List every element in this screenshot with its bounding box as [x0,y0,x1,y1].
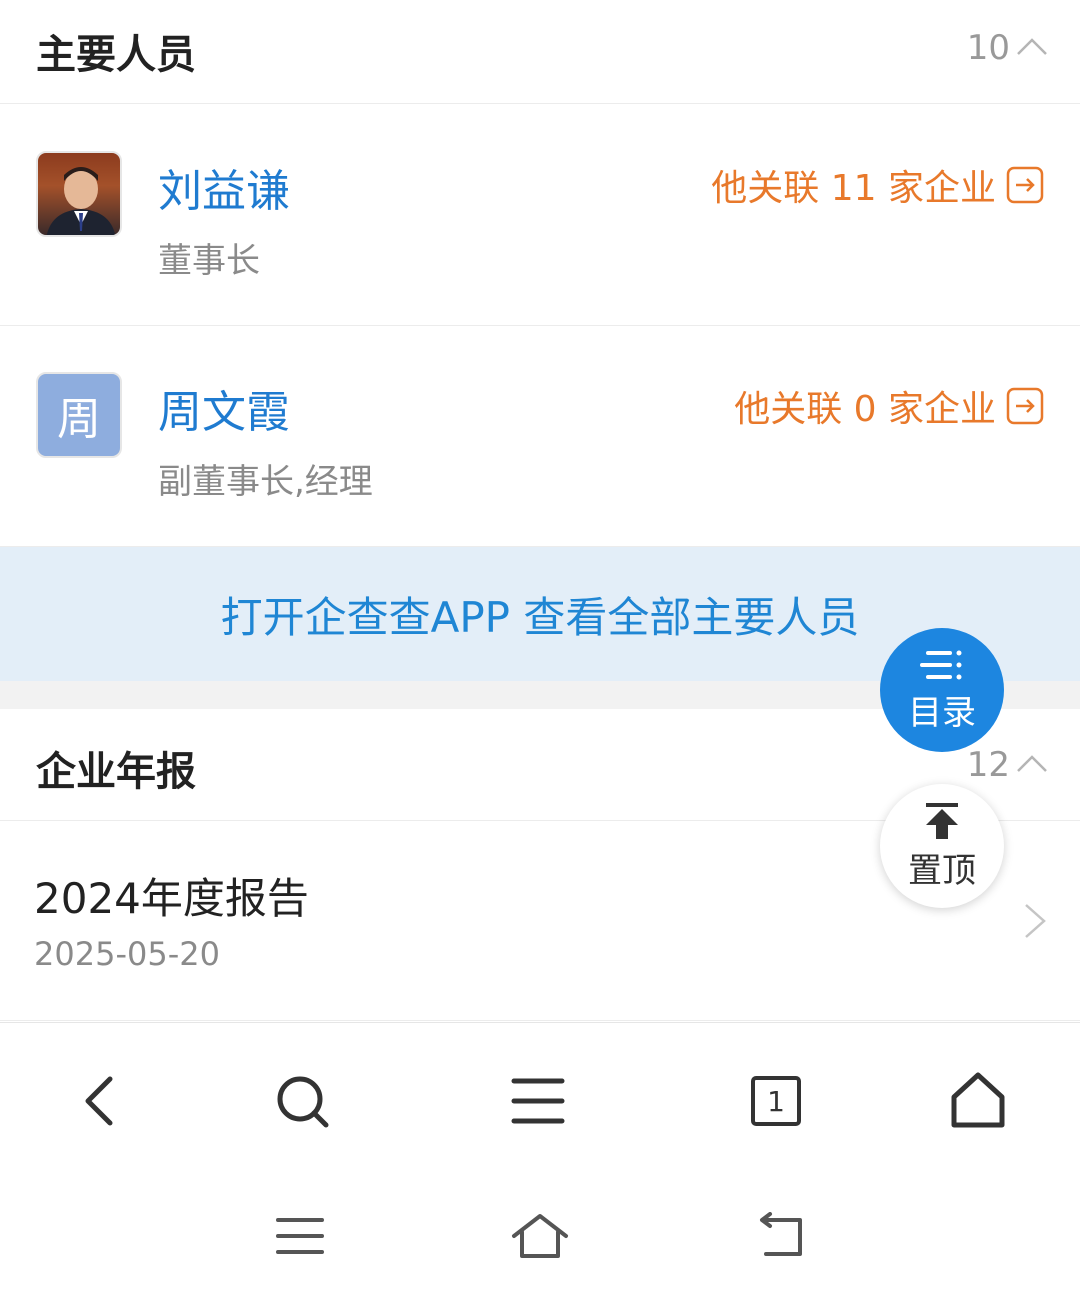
search-icon[interactable] [272,1071,332,1131]
toc-label: 目录 [908,692,976,733]
person-row[interactable]: 周 周文霞 副董事长,经理 他关联 0 家企业 [0,326,1080,547]
tabs-icon[interactable]: 1 [746,1071,806,1131]
recent-apps-icon[interactable] [270,1212,330,1262]
chevron-up-icon[interactable] [1014,30,1050,66]
related-companies-text: 他关联 0 家企业 [734,389,996,430]
main-personnel-header[interactable]: 主要人员 10 [0,0,1080,104]
person-name[interactable]: 周文霞 [158,376,290,440]
home-icon[interactable] [510,1212,570,1262]
list-icon [920,650,962,679]
top-label: 置顶 [908,850,976,891]
external-arrow-icon [1006,166,1044,204]
chevron-right-icon [1025,904,1046,938]
system-navigation-bar [0,1172,1080,1300]
related-companies-link[interactable]: 他关联 11 家企业 [711,159,1044,211]
arrow-to-top-icon [926,802,958,839]
table-of-contents-button[interactable]: 目录 [880,628,1004,752]
person-name[interactable]: 刘益谦 [158,155,290,219]
related-companies-link[interactable]: 他关联 0 家企业 [734,380,1044,432]
browser-toolbar: 1 [0,1022,1080,1172]
avatar[interactable]: 周 [36,372,122,458]
section-count: 10 [966,28,1010,68]
back-icon[interactable] [70,1071,130,1131]
report-date: 2025-05-20 [34,935,220,973]
section-count: 12 [966,745,1010,785]
section-title: 主要人员 [36,32,196,78]
chevron-up-icon[interactable] [1014,747,1050,783]
tab-count: 1 [751,1076,801,1126]
person-role: 董事长 [158,241,260,281]
related-companies-text: 他关联 11 家企业 [711,168,996,209]
avatar[interactable] [36,151,122,237]
report-title: 2024年度报告 [34,874,309,923]
section-title: 企业年报 [36,749,196,795]
person-role: 副董事长,经理 [158,462,373,502]
menu-icon[interactable] [508,1071,568,1131]
back-to-top-button[interactable]: 置顶 [880,784,1004,908]
open-app-banner-text: 打开企查查APP 查看全部主要人员 [220,592,860,642]
home-icon[interactable] [948,1071,1008,1131]
person-row[interactable]: 刘益谦 董事长 他关联 11 家企业 [0,105,1080,326]
external-arrow-icon [1006,387,1044,425]
back-icon[interactable] [750,1212,810,1262]
